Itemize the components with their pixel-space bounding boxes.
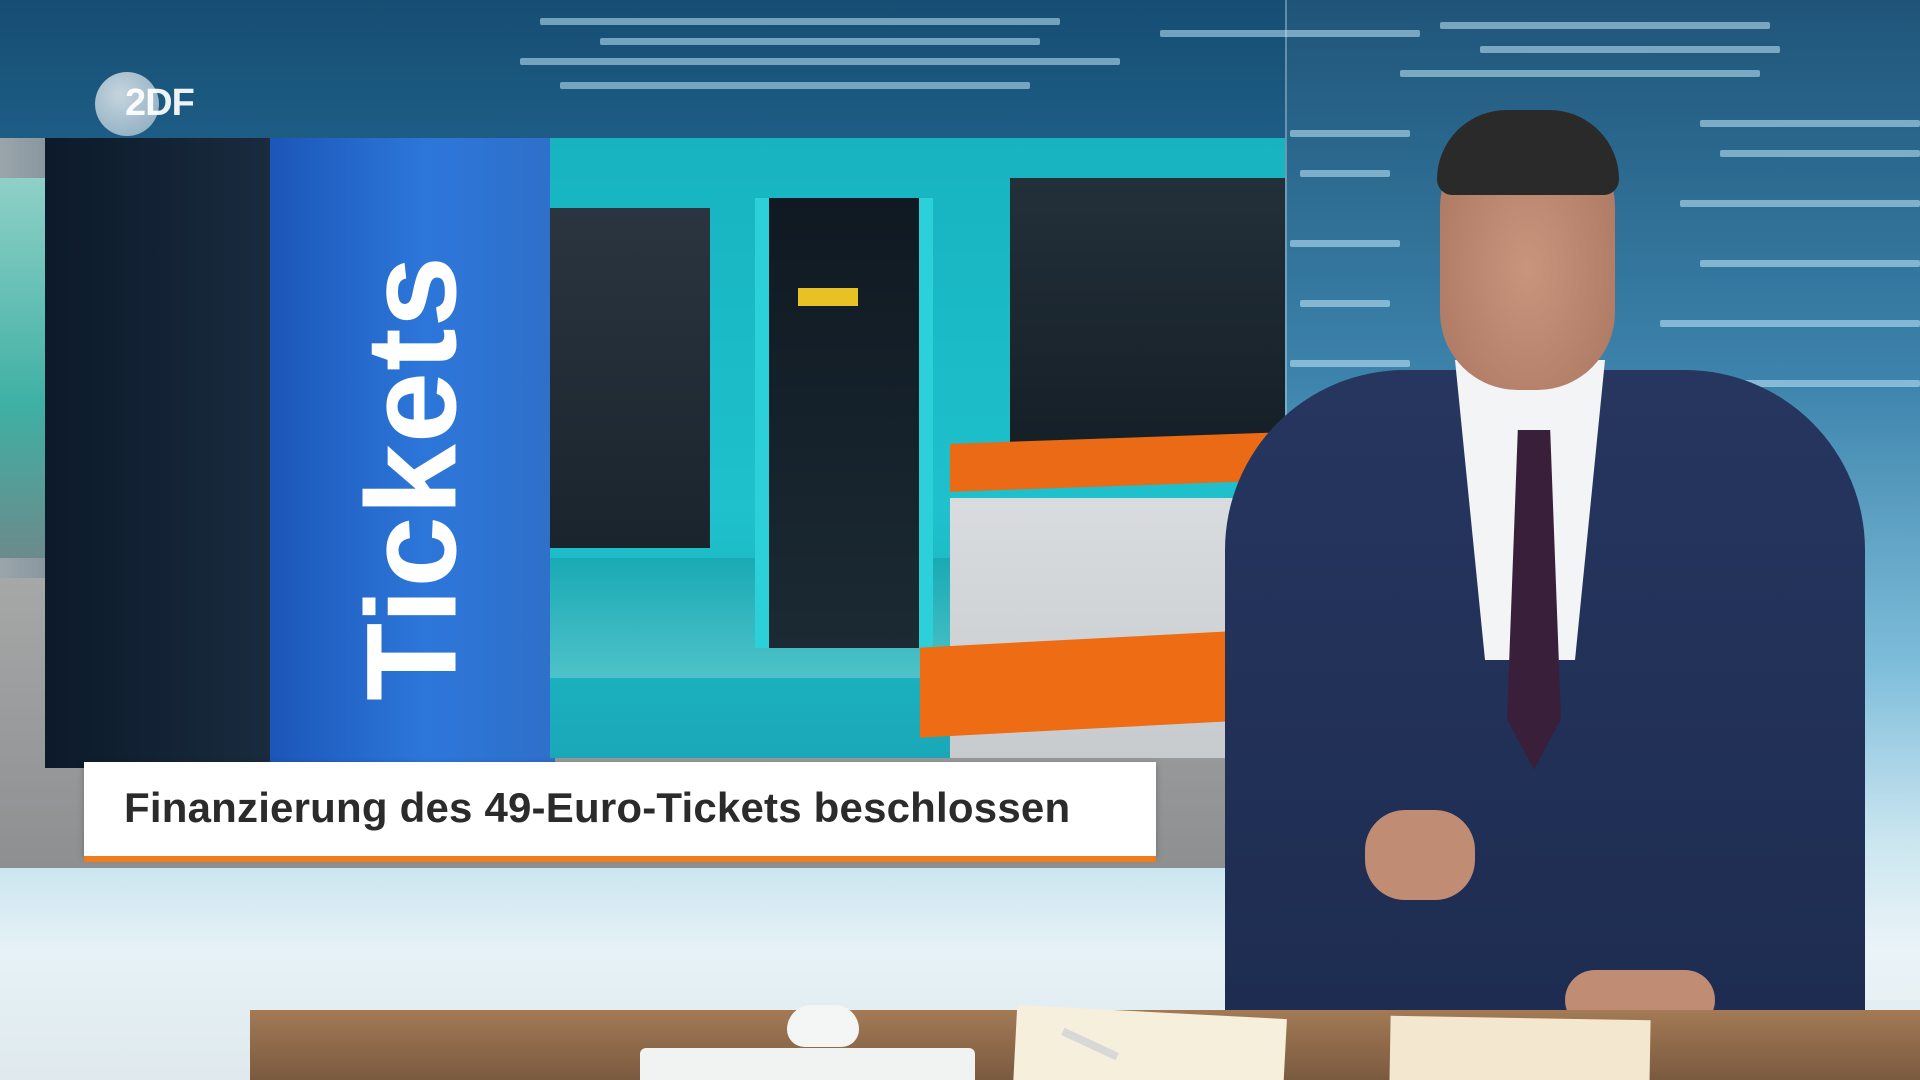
headline-accent-line: [84, 856, 1156, 862]
logo-text: 2DF: [125, 82, 195, 124]
headline-text: Finanzierung des 49-Euro-Tickets beschlo…: [124, 784, 1071, 831]
door-light: [798, 288, 858, 306]
news-anchor: [1215, 110, 1865, 1080]
moving-train: [550, 138, 1285, 758]
anchor-hand: [1365, 810, 1475, 900]
broadcast-frame: 2DF Tickets Finanzierung des 49-Euro-Tic…: [0, 0, 1920, 1080]
ticket-sign-text: Tickets: [340, 255, 484, 701]
computer-mouse: [787, 1005, 859, 1047]
train-window: [550, 208, 710, 548]
ticket-pillar-shadow: [45, 138, 285, 768]
news-photo: Tickets: [0, 138, 1285, 868]
script-paper: [1389, 1015, 1651, 1080]
script-paper: [1013, 1004, 1287, 1080]
anchor-hair: [1437, 110, 1619, 195]
headline-bar: Finanzierung des 49-Euro-Tickets beschlo…: [84, 762, 1156, 856]
keyboard: [640, 1048, 975, 1080]
train-door: [755, 198, 933, 648]
zdf-logo: 2DF: [95, 68, 215, 140]
